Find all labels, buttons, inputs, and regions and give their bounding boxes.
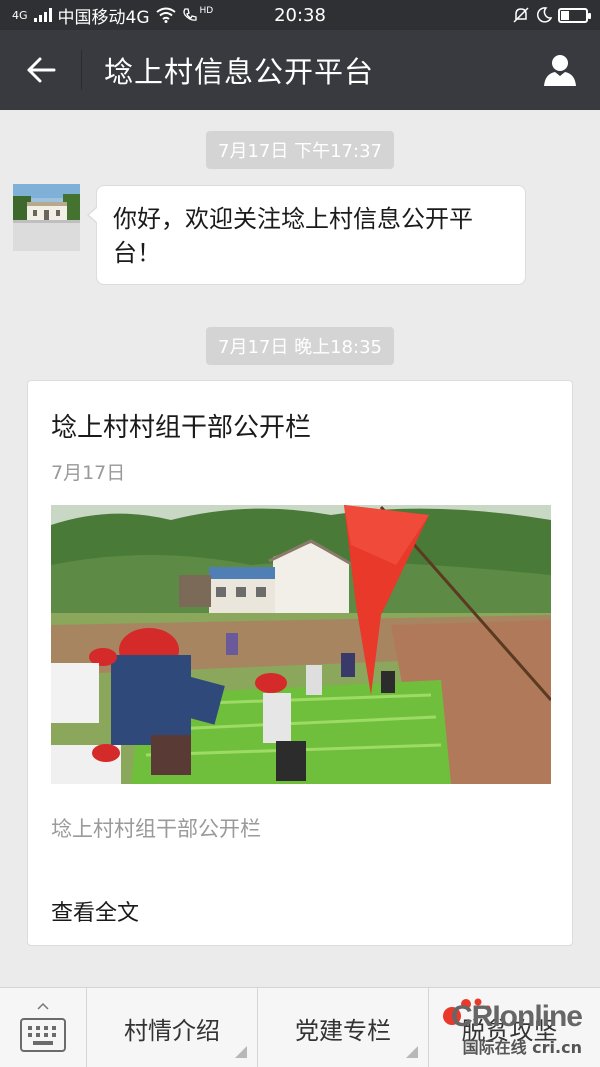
menu-item-party-column[interactable]: 党建专栏 — [258, 988, 429, 1067]
welcome-message: 你好，欢迎关注埝上村信息公开平台！ — [87, 185, 526, 285]
article-title: 埝上村村组干部公开栏 — [51, 413, 312, 443]
read-more-link[interactable]: 查看全文 — [51, 895, 139, 927]
wifi-icon — [155, 7, 176, 23]
watermark-sub: 国际在线 cri.cn — [462, 1038, 582, 1057]
avatar[interactable] — [13, 184, 80, 251]
hd-call-icon — [182, 8, 197, 21]
hd-label: HD — [199, 6, 214, 16]
chat-timestamp: 7月17日 下午17:37 — [206, 131, 394, 169]
article-date: 7月17日 — [51, 462, 126, 484]
keyboard-toggle-button[interactable] — [0, 988, 87, 1067]
article-card[interactable]: 埝上村村组干部公开栏 7月17日 埝上村村组干部公开栏 查看全文 — [27, 380, 573, 946]
article-cover-image[interactable] — [51, 505, 551, 784]
chevron-up-icon — [37, 1002, 49, 1010]
menu-item-village-intro[interactable]: 村情介绍 — [87, 988, 258, 1067]
nav-bar: 埝上村信息公开平台 — [0, 30, 600, 110]
person-icon — [544, 55, 576, 86]
submenu-indicator-icon — [406, 1046, 418, 1058]
carrier-label: 中国移动4G — [57, 7, 150, 28]
watermark: CRIonline 国际在线 cri.cn — [442, 998, 583, 1057]
submenu-indicator-icon — [235, 1046, 247, 1058]
status-right — [512, 6, 591, 24]
chat-timestamp: 7月17日 晚上18:35 — [206, 327, 394, 365]
back-button[interactable] — [0, 50, 82, 90]
battery-icon — [558, 7, 591, 23]
article-summary: 埝上村村组干部公开栏 — [51, 817, 261, 841]
status-left: 4G 中国移动4G HD — [12, 3, 213, 28]
page-title: 埝上村信息公开平台 — [104, 55, 375, 89]
menu-item-label: 村情介绍 — [124, 1016, 220, 1045]
keyboard-icon — [20, 1018, 66, 1052]
network-label: 4G — [12, 8, 28, 22]
status-bar: 4G 中国移动4G HD 20:38 — [0, 0, 600, 30]
menu-item-label: 党建专栏 — [295, 1016, 391, 1045]
profile-button[interactable] — [520, 30, 600, 110]
mute-bell-icon — [513, 7, 529, 23]
signal-icon — [33, 8, 52, 22]
arrow-left-icon — [27, 57, 55, 83]
moon-icon — [536, 7, 552, 23]
watermark-brand: CRIonline — [451, 1000, 583, 1033]
